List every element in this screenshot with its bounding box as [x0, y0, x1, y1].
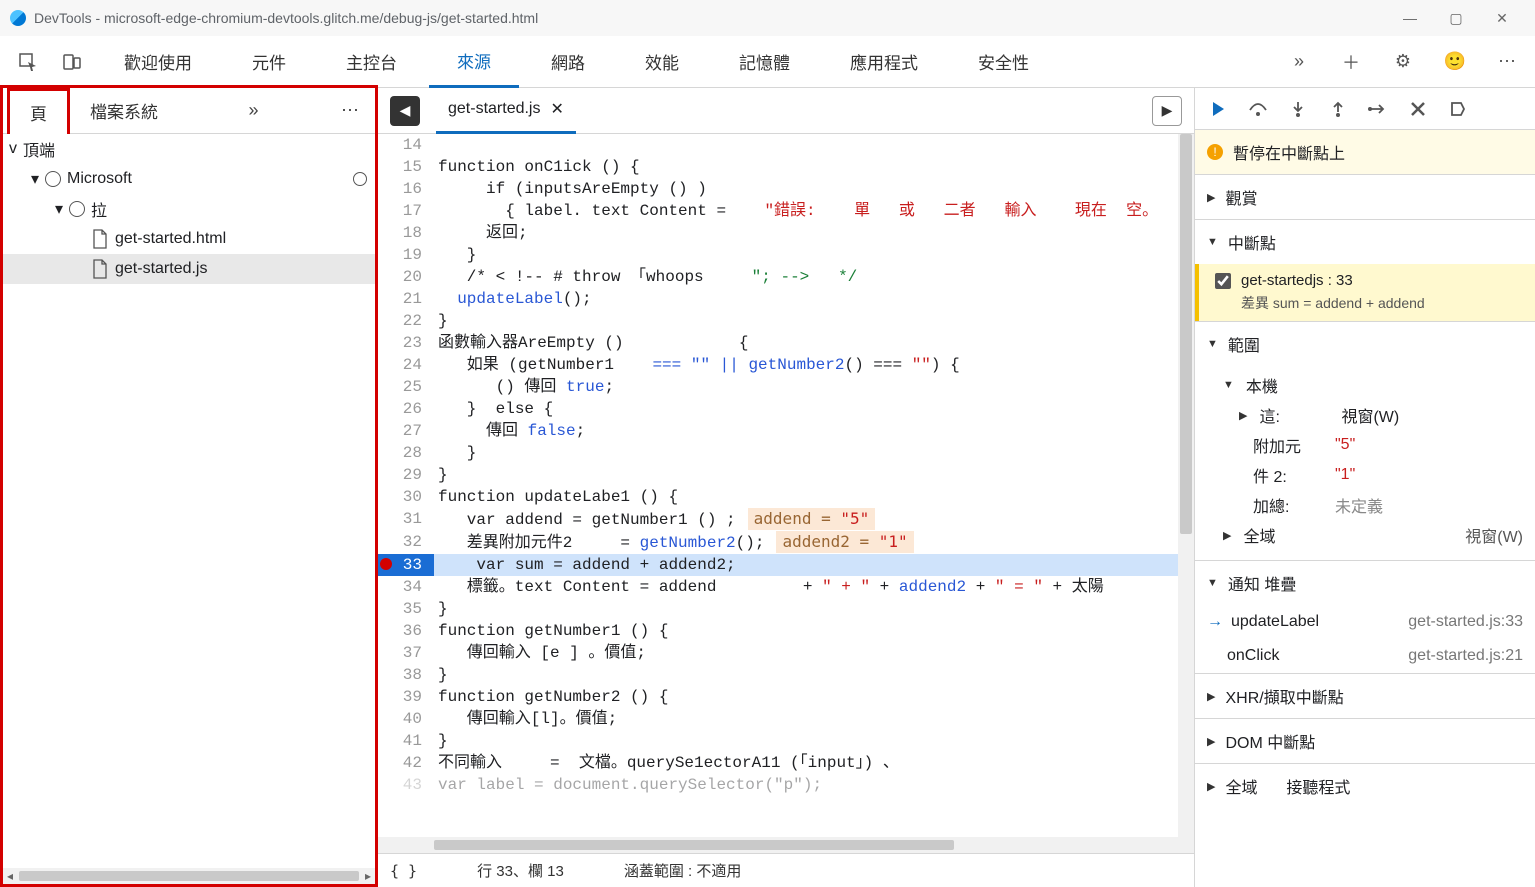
pretty-print-icon[interactable]: { }: [390, 862, 417, 880]
editor-vertical-scrollbar[interactable]: [1178, 134, 1194, 837]
section-watch[interactable]: ▶觀賞: [1195, 175, 1535, 219]
tab-sources[interactable]: 來源: [429, 36, 519, 88]
tree-file-html[interactable]: get-started.html: [3, 224, 375, 254]
step-over-icon[interactable]: [1247, 98, 1269, 120]
cursor-position: 行 33、欄 13: [477, 860, 564, 881]
tab-elements[interactable]: 元件: [224, 36, 314, 88]
inline-hint-addend: addend = "5": [748, 508, 876, 530]
deactivate-breakpoints-icon[interactable]: [1407, 98, 1429, 120]
tree-top-label: 頂端: [23, 137, 55, 161]
editor-statusbar: { } 行 33、欄 13 涵蓋範圍 : 不適用: [378, 853, 1194, 887]
tab-application[interactable]: 應用程式: [822, 36, 946, 88]
breakpoint-detail: 差異 sum = addend + addend: [1241, 293, 1523, 313]
coverage-status: 涵蓋範圍 : 不適用: [624, 860, 742, 881]
tab-performance[interactable]: 效能: [617, 36, 707, 88]
tree-file-html-label: get-started.html: [115, 230, 226, 248]
toggle-debugger-icon[interactable]: ▶: [1152, 96, 1182, 126]
maximize-button[interactable]: ▢: [1433, 10, 1479, 27]
nav-tab-page[interactable]: 頁: [7, 88, 70, 134]
callstack-frame[interactable]: onClickget-started.js:21: [1195, 639, 1535, 673]
gear-icon[interactable]: ⚙: [1383, 42, 1423, 82]
kebab-icon[interactable]: ⋯: [1487, 42, 1527, 82]
editor-tabbar: ◀ get-started.js ✕ ▶: [378, 88, 1194, 134]
inspect-icon[interactable]: [8, 42, 48, 82]
breakpoint-item[interactable]: get-startedjs : 33 差異 sum = addend + add…: [1195, 264, 1535, 321]
code-editor[interactable]: 14 15function onC1ick () { 16 if (inputs…: [378, 134, 1194, 837]
tab-memory[interactable]: 記憶體: [711, 36, 818, 88]
tree-folder[interactable]: ▾拉: [3, 194, 375, 224]
step-out-icon[interactable]: [1327, 98, 1349, 120]
tree-file-js[interactable]: get-started.js: [3, 254, 375, 284]
tab-security[interactable]: 安全性: [950, 36, 1057, 88]
paused-text: 暫停在中斷點上: [1233, 140, 1345, 164]
step-into-icon[interactable]: [1287, 98, 1309, 120]
breakpoint-label: get-startedjs : 33: [1241, 272, 1353, 289]
close-tab-icon[interactable]: ✕: [550, 99, 563, 119]
close-button[interactable]: ✕: [1479, 10, 1525, 27]
toggle-navigator-icon[interactable]: ◀: [390, 96, 420, 126]
scope-addend2: 件 2:"1": [1223, 460, 1523, 490]
tree-file-js-label: get-started.js: [115, 260, 207, 278]
inline-hint-addend2: addend2 = "1": [776, 531, 913, 553]
feedback-icon[interactable]: 🙂: [1435, 42, 1475, 82]
workarea: 頁 檔案系統 » ⋯ v頂端 ▾Microsoft ▾拉 get-started…: [0, 88, 1535, 887]
plus-icon[interactable]: ＋: [1331, 42, 1371, 82]
scope-addend: 附加元"5": [1223, 430, 1523, 460]
editor-horizontal-scrollbar[interactable]: [378, 837, 1194, 853]
debugger-panel: ! 暫停在中斷點上 ▶觀賞 ▼中斷點 get-startedjs : 33 差異…: [1195, 88, 1535, 887]
nav-scrollbar[interactable]: ◂▸: [3, 868, 375, 884]
device-toggle-icon[interactable]: [52, 42, 92, 82]
scope-sum: 加總:未定義: [1223, 490, 1523, 520]
tab-console[interactable]: 主控台: [318, 36, 425, 88]
section-dom-breakpoints[interactable]: ▶DOM 中斷點: [1195, 719, 1535, 763]
breakpoint-checkbox[interactable]: [1215, 273, 1231, 289]
tree-domain[interactable]: ▾Microsoft: [3, 164, 375, 194]
nav-tab-filesystem[interactable]: 檔案系統: [70, 88, 178, 134]
devtools-tabbar: 歡迎使用 元件 主控台 來源 網路 效能 記憶體 應用程式 安全性 » ＋ ⚙ …: [0, 36, 1535, 88]
resume-icon[interactable]: [1207, 98, 1229, 120]
scope-global[interactable]: ▶全域視窗(W): [1223, 520, 1523, 550]
current-execution-line: 33 var sum = addend + addend2;: [378, 554, 1194, 576]
step-icon[interactable]: [1367, 98, 1389, 120]
window-title: DevTools - microsoft-edge-chromium-devto…: [34, 10, 538, 26]
paused-banner: ! 暫停在中斷點上: [1195, 130, 1535, 174]
section-global-listeners[interactable]: ▶全域 接聽程式: [1195, 764, 1535, 808]
callstack-frame-current[interactable]: updateLabelget-started.js:33: [1195, 605, 1535, 639]
editor-file-tab[interactable]: get-started.js ✕: [436, 88, 576, 134]
tree-top[interactable]: v頂端: [3, 134, 375, 164]
pause-on-exceptions-icon[interactable]: [1447, 98, 1469, 120]
tab-welcome[interactable]: 歡迎使用: [96, 36, 220, 88]
minimize-button[interactable]: —: [1387, 10, 1433, 26]
breakpoint-marker[interactable]: [380, 558, 392, 570]
debugger-toolbar: [1195, 88, 1535, 130]
tree-domain-badge: [353, 172, 367, 186]
file-tree: v頂端 ▾Microsoft ▾拉 get-started.html get-s…: [3, 134, 375, 868]
more-tabs-icon[interactable]: »: [1279, 42, 1319, 82]
section-breakpoints[interactable]: ▼中斷點: [1195, 220, 1535, 264]
file-icon: [91, 228, 109, 250]
tree-domain-label: Microsoft: [67, 170, 132, 188]
nav-kebab-icon[interactable]: ⋯: [329, 100, 371, 121]
scope-local[interactable]: ▼本機: [1223, 370, 1523, 400]
app-logo: [10, 10, 26, 26]
navigator-panel: 頁 檔案系統 » ⋯ v頂端 ▾Microsoft ▾拉 get-started…: [0, 88, 378, 887]
tree-folder-label: 拉: [91, 197, 107, 221]
section-callstack[interactable]: ▼通知 堆疊: [1195, 561, 1535, 605]
section-xhr-breakpoints[interactable]: ▶XHR/擷取中斷點: [1195, 674, 1535, 718]
window-titlebar: DevTools - microsoft-edge-chromium-devto…: [0, 0, 1535, 36]
tab-network[interactable]: 網路: [523, 36, 613, 88]
navigator-tabs: 頁 檔案系統 » ⋯: [3, 88, 375, 134]
file-icon: [91, 258, 109, 280]
nav-more-icon[interactable]: »: [236, 100, 270, 121]
editor-panel: ◀ get-started.js ✕ ▶ 14 15function onC1i…: [378, 88, 1195, 887]
scope-this[interactable]: ▶這:視窗(W): [1223, 400, 1523, 430]
editor-file-tab-label: get-started.js: [448, 100, 540, 118]
warning-icon: !: [1207, 144, 1223, 160]
section-scope[interactable]: ▼範圍: [1195, 322, 1535, 366]
